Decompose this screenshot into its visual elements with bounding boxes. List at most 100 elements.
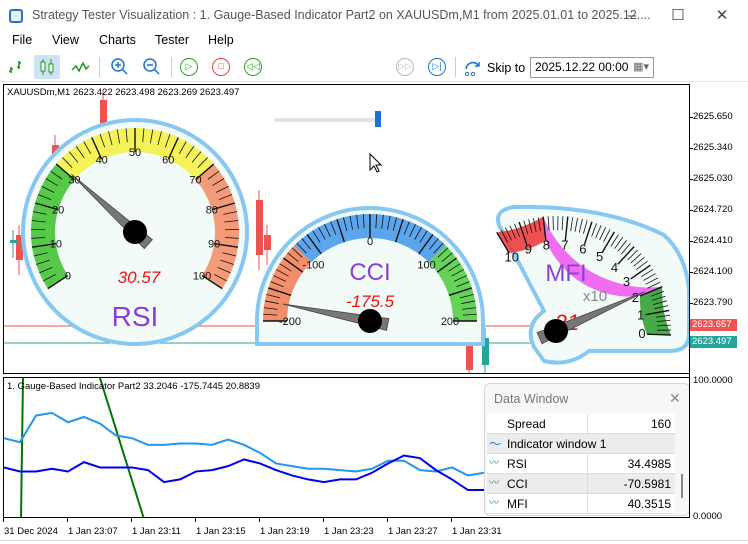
skip-to-icon [463,59,483,80]
skip-to-label: Skip to [487,61,526,75]
row-name: RSI [507,457,528,471]
bid-price-label: 2623.657 [690,319,737,331]
cci-line [99,378,145,517]
data-row-cci: 〰 CCI -70.5981 [487,474,675,494]
data-row-mfi: 〰 MFI 40.3515 [487,494,675,514]
row-value: 40.3515 [627,497,671,511]
close-button[interactable]: ✕ [707,4,737,28]
data-window-close-button[interactable]: ✕ [669,390,681,407]
menu-help[interactable]: Help [208,33,234,47]
mfi-title: MFI [545,260,586,287]
mfi-tick [646,333,671,336]
time-tick [67,517,68,522]
minimize-button[interactable]: – [617,4,647,28]
cci-title: CCI [349,259,390,286]
mfi-line [4,454,484,492]
menu-charts[interactable]: Charts [99,33,136,47]
cci-value: -175.5 [346,292,395,311]
data-row-indicator-window: 〜 Indicator window 1 [487,434,675,454]
mfi-scale-label: 7 [561,237,568,252]
rsi-scale-label: 40 [96,154,108,166]
menu-view[interactable]: View [52,33,79,47]
rsi-scale-label: 50 [129,147,141,159]
menu-tester[interactable]: Tester [155,33,189,47]
menu-bar: File View Charts Tester Help [0,32,748,50]
data-window-panel[interactable]: Data Window ✕ Spread 160 〜 Indicator windo… [484,383,690,516]
candlestick-chart-button[interactable] [34,55,60,79]
divider [587,414,588,434]
rsi-scale-label: 80 [206,205,218,217]
mfi-hub [544,319,568,343]
stop-button[interactable]: □ [212,58,230,76]
price-label: 2624.410 [693,235,733,246]
line-chart-button[interactable] [68,55,94,79]
skip-date-input[interactable]: 2025.12.22 00:00 ▦▾ [530,57,654,78]
cci-gauge: -200 -100 0 100 200 CCI -175.5 [263,214,477,333]
bar-chart-button[interactable] [5,55,31,79]
time-tick [195,517,196,522]
calendar-dropdown-icon[interactable]: ▦▾ [633,60,649,73]
time-label: 1 Jan 23:19 [260,526,310,537]
cci-hub [358,309,382,333]
mfi-scale-label: 3 [623,274,630,289]
rsi-scale-label: 60 [162,154,174,166]
data-row-spread: Spread 160 [487,414,675,434]
candle-body [10,240,17,243]
cci-scale-label: -100 [302,259,324,271]
candle-body [256,200,263,255]
cci-line [20,378,24,517]
data-window-scrollbar[interactable] [681,474,683,498]
toolbar-separator [455,57,456,77]
candle-body [264,235,271,250]
series-icon: 〰 [489,498,499,509]
mouse-cursor-icon [369,152,383,173]
mfi-scale-label: 1 [637,308,644,323]
step-button[interactable]: ▷| [428,58,446,76]
mfi-scale-label: 0 [638,326,645,341]
mfi-scale-label: 9 [525,242,532,257]
time-tick [323,517,324,522]
chart-header: XAUUSDm,M1 2623.422 2623.498 2623.269 26… [7,87,240,98]
divider [587,494,588,514]
data-row-rsi: 〰 RSI 34.4985 [487,454,675,474]
window-title: Strategy Tester Visualization : 1. Gauge… [32,8,651,22]
cci-scale-label: 200 [441,316,459,328]
series-icon: 〰 [489,478,499,489]
maximize-button[interactable]: ☐ [663,4,693,28]
subwindow-max-label: 100.0000 [693,375,733,386]
menu-file[interactable]: File [12,33,32,47]
mfi-scale-label: 10 [504,249,518,264]
cci-scale-label: -200 [279,316,301,328]
price-chart[interactable]: 0 10 20 30 40 50 60 70 80 90 100 RSI 30.57 -200 -100 0 1… [3,84,690,374]
mfi-scale-label: 8 [543,238,550,253]
rsi-scale-label: 0 [65,271,71,283]
rsi-scale-label: 20 [52,205,64,217]
bottom-border [0,540,748,544]
time-label: 1 Jan 23:15 [196,526,246,537]
price-label: 2624.100 [693,266,733,277]
price-axis-line [689,84,690,518]
row-name: Indicator window 1 [507,437,607,451]
mfi-scale-label: 5 [596,249,603,264]
fast-forward-button[interactable]: ▷▷ [396,58,414,76]
row-name: MFI [507,497,528,511]
time-label: 1 Jan 23:31 [452,526,502,537]
zoom-in-button[interactable] [107,55,133,79]
rsi-scale-label: 10 [50,239,62,251]
cci-scale-label: 100 [417,259,435,271]
ask-price-label: 2623.497 [690,336,737,348]
rewind-button[interactable]: ◁◁ [244,58,262,76]
rsi-title: RSI [112,301,159,332]
toolbar-separator [171,57,172,77]
time-tick [451,517,452,522]
play-button[interactable]: ▷ [180,58,198,76]
mfi-scale-label: 4 [611,260,618,275]
divider [587,474,588,494]
row-value: -70.5981 [623,477,671,491]
price-label: 2625.650 [693,111,733,122]
toolbar: ▷ □ ◁◁ ▷▷ ▷| Skip to 2025.12.22 00:00 ▦▾ [0,52,748,127]
zoom-out-button[interactable] [139,55,165,79]
divider [587,454,588,474]
series-icon: 〰 [489,458,499,469]
rsi-scale-label: 100 [193,271,211,283]
